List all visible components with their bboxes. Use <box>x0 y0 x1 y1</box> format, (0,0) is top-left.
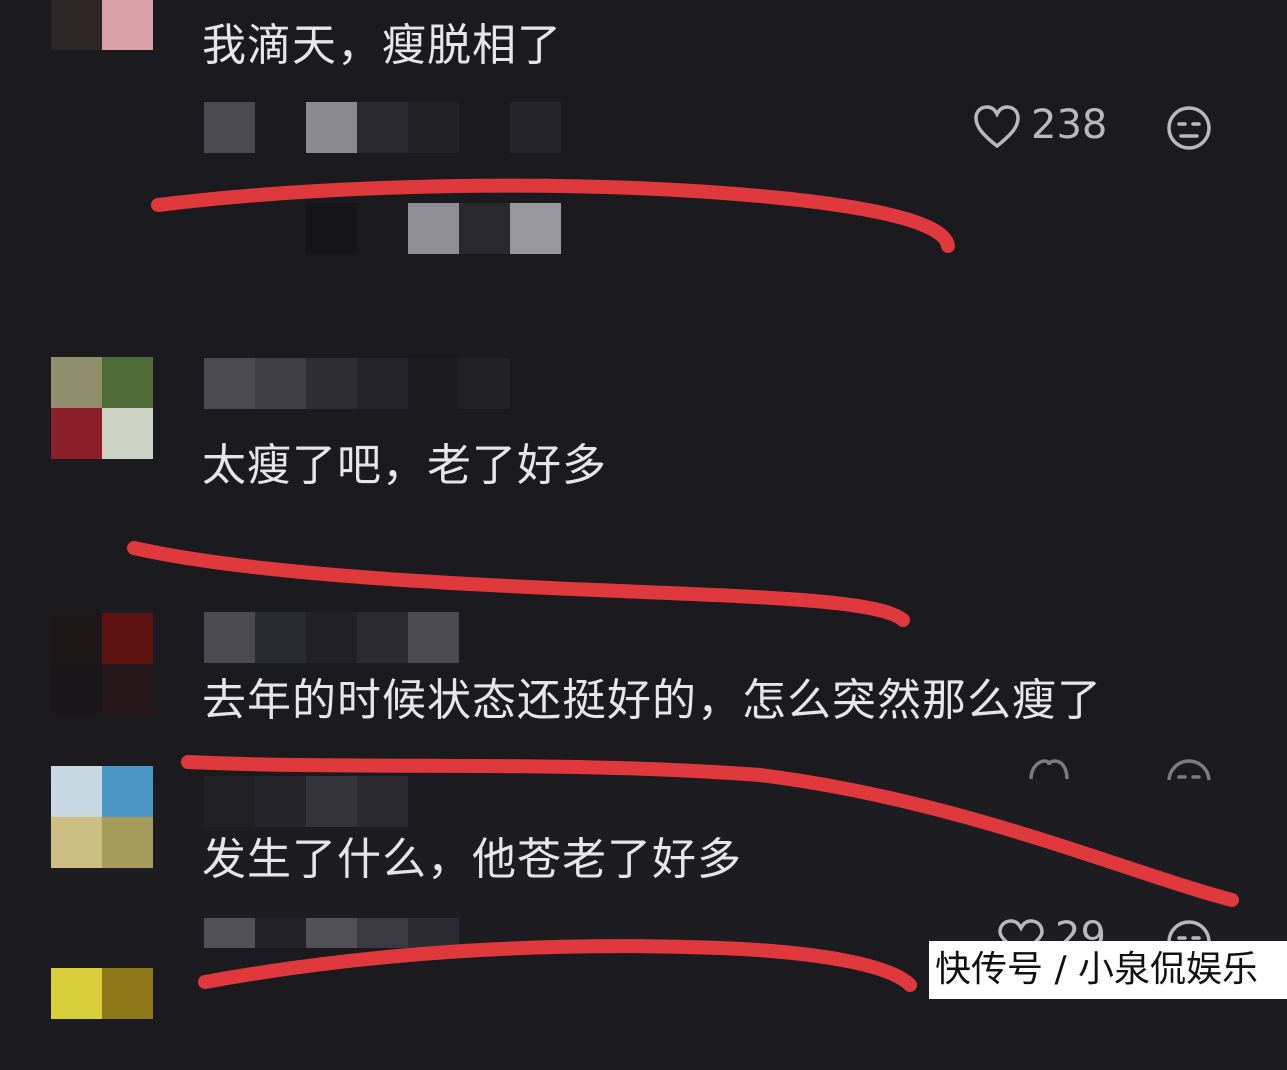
comment-text: 去年的时候状态还挺好的，怎么突然那么瘦了 <box>202 675 1102 726</box>
like-count: 238 <box>1031 102 1108 148</box>
heart-icon[interactable] <box>1025 757 1073 781</box>
username-mosaic <box>204 358 514 409</box>
avatar[interactable] <box>51 613 153 715</box>
avatar[interactable] <box>51 357 153 459</box>
reply-mosaic <box>204 203 564 254</box>
comment-item: 去年的时候状态还挺好的，怎么突然那么瘦了 <box>0 525 1287 781</box>
emoji-reaction-icon[interactable] <box>1165 757 1213 781</box>
username-mosaic <box>204 776 414 827</box>
timestamp-mosaic <box>204 102 564 153</box>
username-mosaic <box>204 612 464 663</box>
avatar[interactable] <box>51 0 153 50</box>
comment-text: 发生了什么，他苍老了好多 <box>202 834 742 885</box>
comment-text: 我滴天，瘦脱相了 <box>202 20 562 71</box>
avatar[interactable] <box>51 766 153 868</box>
avatar[interactable] <box>51 968 153 1070</box>
comment-item: 太瘦了吧，老了好多 <box>0 330 1287 525</box>
emoji-reaction-icon[interactable] <box>1165 104 1213 152</box>
comment-item: 发生了什么，他苍老了好多 29 <box>0 766 1287 948</box>
watermark: 快传号 / 小泉侃娱乐 <box>929 941 1287 999</box>
comment-item: 我滴天，瘦脱相了 238 <box>0 0 1287 330</box>
heart-icon[interactable] <box>973 104 1021 150</box>
comment-text: 太瘦了吧，老了好多 <box>202 440 607 491</box>
